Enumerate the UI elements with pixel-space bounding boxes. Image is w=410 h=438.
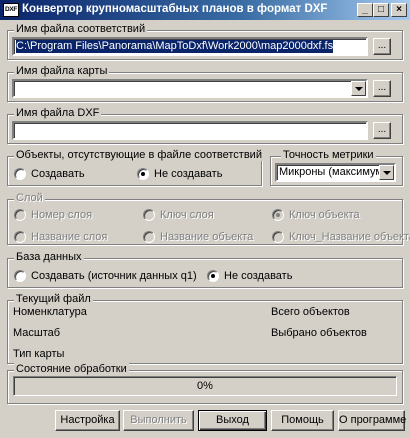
precision-legend: Точность метрики [281, 149, 376, 161]
layer-name-radio[interactable]: Название слоя [14, 231, 107, 243]
radio-checked-icon [137, 168, 149, 180]
processing-legend: Состояние обработки [14, 363, 129, 375]
layer-option-label: Название слоя [31, 231, 108, 243]
missing-objects-create-radio[interactable]: Создавать [14, 168, 85, 180]
layer-option-label: Ключ слоя [160, 209, 214, 221]
object-key-radio[interactable]: Ключ объекта [272, 209, 360, 221]
map-file-browse-button[interactable]: ... [373, 80, 391, 97]
title-bar[interactable]: DXF Конвертор крупномасштабных планов в … [0, 0, 410, 20]
radio-icon [272, 231, 284, 243]
window-title: Конвертор крупномасштабных планов в форм… [22, 3, 328, 15]
precision-select[interactable]: Микроны (максимум) [275, 163, 396, 182]
dxf-file-browse-button[interactable]: ... [373, 122, 391, 139]
layer-option-label: Ключ объекта [289, 209, 360, 221]
dxf-file-legend: Имя файла DXF [14, 107, 102, 119]
nomenclature-label: Номенклатура [13, 306, 87, 318]
correspondence-file-legend: Имя файла соответствий [14, 23, 148, 35]
layer-legend: Слой [14, 192, 45, 204]
minimize-button[interactable]: _ [357, 3, 373, 17]
correspondence-file-browse-button[interactable]: ... [373, 38, 391, 55]
database-create-radio[interactable]: Создавать (источник данных q1) [14, 270, 197, 282]
dxf-file-input[interactable] [12, 121, 368, 140]
map-file-combobox[interactable] [12, 79, 368, 98]
missing-objects-create-label: Создавать [31, 168, 85, 180]
exit-button[interactable]: Выход [198, 410, 267, 431]
chevron-down-icon[interactable] [351, 81, 366, 96]
layer-option-label: Название объекта [160, 231, 254, 243]
database-dont-create-radio[interactable]: Не создавать [207, 270, 292, 282]
missing-objects-dont-create-label: Не создавать [154, 168, 223, 180]
radio-icon [14, 231, 26, 243]
run-button[interactable]: Выполнить [123, 410, 194, 431]
layer-key-radio[interactable]: Ключ слоя [143, 209, 214, 221]
key-name-object-radio[interactable]: Ключ_Название объекта [272, 231, 410, 243]
object-name-radio[interactable]: Название объекта [143, 231, 253, 243]
close-button[interactable]: × [391, 3, 407, 17]
radio-icon [143, 231, 155, 243]
radio-icon [14, 168, 26, 180]
chevron-down-icon[interactable] [379, 165, 394, 180]
scale-label: Масштаб [13, 327, 61, 339]
correspondence-file-value: C:\Program Files\Panorama\MapToDxf\Work2… [16, 40, 334, 53]
about-button[interactable]: О программе [338, 410, 406, 431]
radio-checked-icon [207, 270, 219, 282]
current-file-legend: Текущий файл [14, 293, 93, 305]
database-create-label: Создавать (источник данных q1) [31, 270, 197, 282]
missing-objects-legend: Объекты, отсутствующие в файле соответст… [14, 149, 264, 161]
radio-icon [14, 270, 26, 282]
layer-number-radio[interactable]: Номер слоя [14, 209, 92, 221]
missing-objects-dont-create-radio[interactable]: Не создавать [137, 168, 222, 180]
selected-objects-label: Выбрано объектов [271, 327, 367, 339]
radio-checked-icon [272, 209, 284, 221]
precision-value: Микроны (максимум) [279, 166, 387, 178]
layer-option-label: Ключ_Название объекта [289, 231, 410, 243]
maximize-button[interactable]: □ [373, 3, 389, 17]
database-dont-create-label: Не создавать [224, 270, 293, 282]
radio-icon [14, 209, 26, 221]
app-icon: DXF [3, 3, 19, 17]
settings-button[interactable]: Настройка [55, 410, 120, 431]
map-type-label: Тип карты [13, 348, 65, 360]
layer-option-label: Номер слоя [31, 209, 93, 221]
radio-icon [143, 209, 155, 221]
correspondence-file-input[interactable]: C:\Program Files\Panorama\MapToDxf\Work2… [12, 37, 368, 56]
help-button[interactable]: Помощь [271, 410, 334, 431]
progress-text: 0% [197, 380, 213, 392]
progress-bar: 0% [13, 376, 397, 396]
database-legend: База данных [14, 251, 84, 263]
total-objects-label: Всего объектов [271, 306, 350, 318]
map-file-legend: Имя файла карты [14, 65, 110, 77]
